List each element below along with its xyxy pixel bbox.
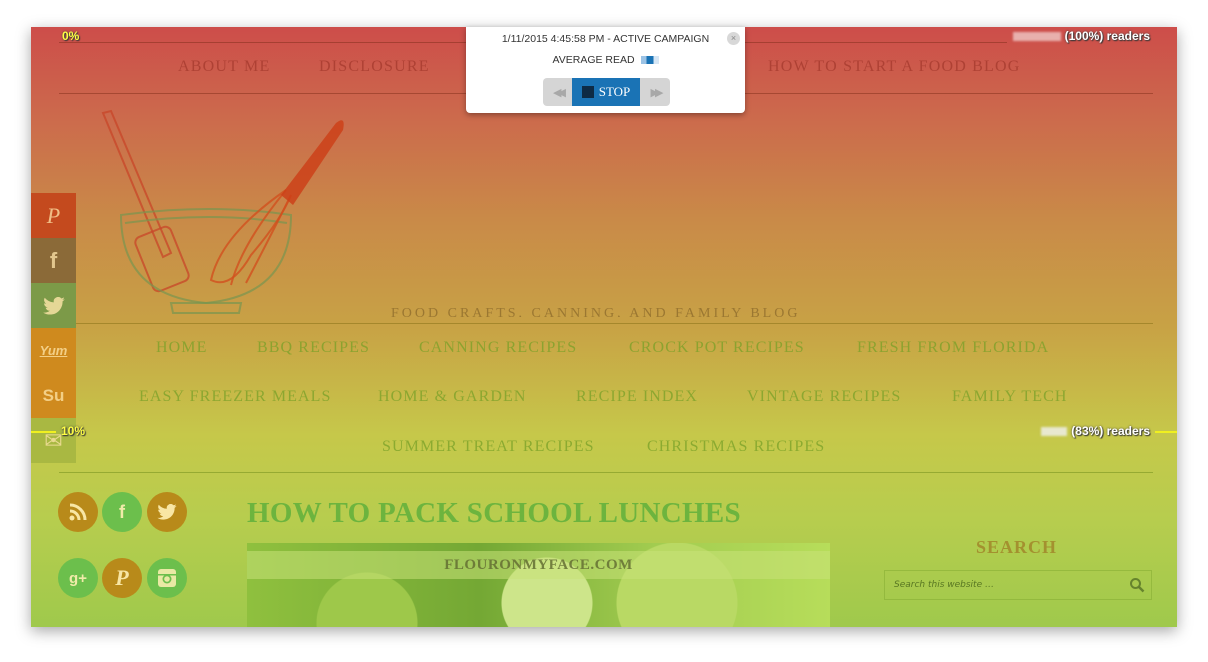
nav-bbq-recipes[interactable]: BBQ RECIPES — [257, 339, 370, 357]
search-form — [884, 570, 1152, 600]
page-viewport: ABOUT ME DISCLOSURE HOW TO START A FOOD … — [31, 27, 1177, 627]
logo-bowl-whisk-icon[interactable] — [91, 105, 351, 320]
average-read-label: AVERAGE READ — [552, 54, 635, 66]
nav-easy-freezer-meals[interactable]: EASY FREEZER MEALS — [139, 388, 332, 406]
header-divider — [59, 323, 1153, 324]
readers-label-top: (100%) readers — [1064, 29, 1150, 43]
facebook-icon: f — [119, 501, 125, 522]
pinterest-button[interactable]: P — [102, 558, 142, 598]
instagram-icon — [158, 569, 176, 587]
google-plus-icon: g+ — [69, 569, 87, 587]
twitter-button[interactable] — [147, 492, 187, 532]
nav-home-garden[interactable]: HOME & GARDEN — [378, 388, 527, 406]
share-pinterest-button[interactable]: P — [31, 193, 76, 238]
playback-controls: ◀◀ STOP ▶▶ — [543, 78, 670, 106]
top-nav-food-blog[interactable]: HOW TO START A FOOD BLOG — [768, 58, 1021, 76]
stop-label: STOP — [598, 84, 631, 99]
rewind-icon: ◀◀ — [553, 86, 566, 99]
facebook-button[interactable]: f — [102, 492, 142, 532]
nav-home[interactable]: HOME — [156, 339, 208, 357]
google-plus-button[interactable]: g+ — [58, 558, 98, 598]
nav-christmas-recipes[interactable]: CHRISTMAS RECIPES — [647, 438, 825, 456]
average-read: AVERAGE READ — [466, 54, 745, 66]
post-title[interactable]: HOW TO PACK SCHOOL LUNCHES — [247, 497, 741, 530]
nav-fresh-from-florida[interactable]: FRESH FROM FLORIDA — [857, 339, 1049, 357]
scroll-depth-line-left — [31, 431, 56, 433]
pinterest-icon: P — [46, 202, 61, 228]
nav-family-tech[interactable]: FAMILY TECH — [952, 388, 1068, 406]
rewind-button[interactable]: ◀◀ — [543, 78, 572, 106]
average-read-bar — [640, 56, 659, 65]
scroll-depth-marker-mid: 10% — [61, 424, 86, 438]
share-facebook-button[interactable]: f — [31, 238, 76, 283]
instagram-button[interactable] — [147, 558, 187, 598]
redacted-count — [1012, 32, 1061, 42]
share-yummly-button[interactable]: Yum — [31, 328, 76, 373]
top-nav-about-me[interactable]: ABOUT ME — [178, 58, 270, 76]
nav-recipe-index[interactable]: RECIPE INDEX — [576, 388, 698, 406]
share-twitter-button[interactable] — [31, 283, 76, 328]
facebook-icon: f — [49, 247, 58, 273]
nav-vintage-recipes[interactable]: VINTAGE RECIPES — [747, 388, 901, 406]
search-icon[interactable] — [1129, 577, 1145, 593]
redacted-count — [1041, 427, 1068, 437]
nav-canning-recipes[interactable]: CANNING RECIPES — [419, 339, 577, 357]
campaign-popup: 1/11/2015 4:45:58 PM - ACTIVE CAMPAIGN ×… — [466, 27, 745, 113]
post-featured-image[interactable]: FLOURONMYFACE.COM — [247, 543, 830, 627]
pinterest-icon: P — [115, 565, 129, 590]
scroll-depth-line-right — [1155, 431, 1177, 433]
rss-icon — [69, 503, 87, 521]
site-tagline: FOOD CRAFTS, CANNING, AND FAMILY BLOG — [391, 306, 801, 317]
stumbleupon-icon: Su — [42, 385, 65, 405]
twitter-icon — [42, 296, 65, 315]
nav-crock-pot-recipes[interactable]: CROCK POT RECIPES — [629, 339, 805, 357]
top-nav-disclosure[interactable]: DISCLOSURE — [319, 58, 430, 76]
nav-summer-treat-recipes[interactable]: SUMMER TREAT RECIPES — [382, 438, 595, 456]
rss-button[interactable] — [58, 492, 98, 532]
forward-icon: ▶▶ — [650, 86, 664, 99]
twitter-icon — [157, 504, 177, 520]
scroll-depth-marker-top: 0% — [62, 29, 80, 43]
forward-button[interactable]: ▶▶ — [640, 78, 670, 106]
search-input[interactable] — [885, 571, 1124, 599]
readers-label-mid: (83%) readers — [1071, 424, 1150, 438]
image-watermark: FLOURONMYFACE.COM — [247, 551, 830, 579]
stop-button[interactable]: STOP — [572, 78, 640, 106]
nav-bottom-divider — [59, 472, 1153, 473]
readers-count-top: (100%) readers — [1012, 29, 1150, 43]
search-widget-title: SEARCH — [976, 537, 1058, 557]
stop-icon — [581, 86, 594, 98]
close-icon[interactable]: × — [727, 32, 740, 45]
share-stumbleupon-button[interactable]: Su — [31, 373, 76, 418]
readers-count-mid: (83%) readers — [1041, 424, 1150, 438]
yummly-icon: Yum — [39, 343, 68, 358]
campaign-title: 1/11/2015 4:45:58 PM - ACTIVE CAMPAIGN — [501, 33, 710, 45]
